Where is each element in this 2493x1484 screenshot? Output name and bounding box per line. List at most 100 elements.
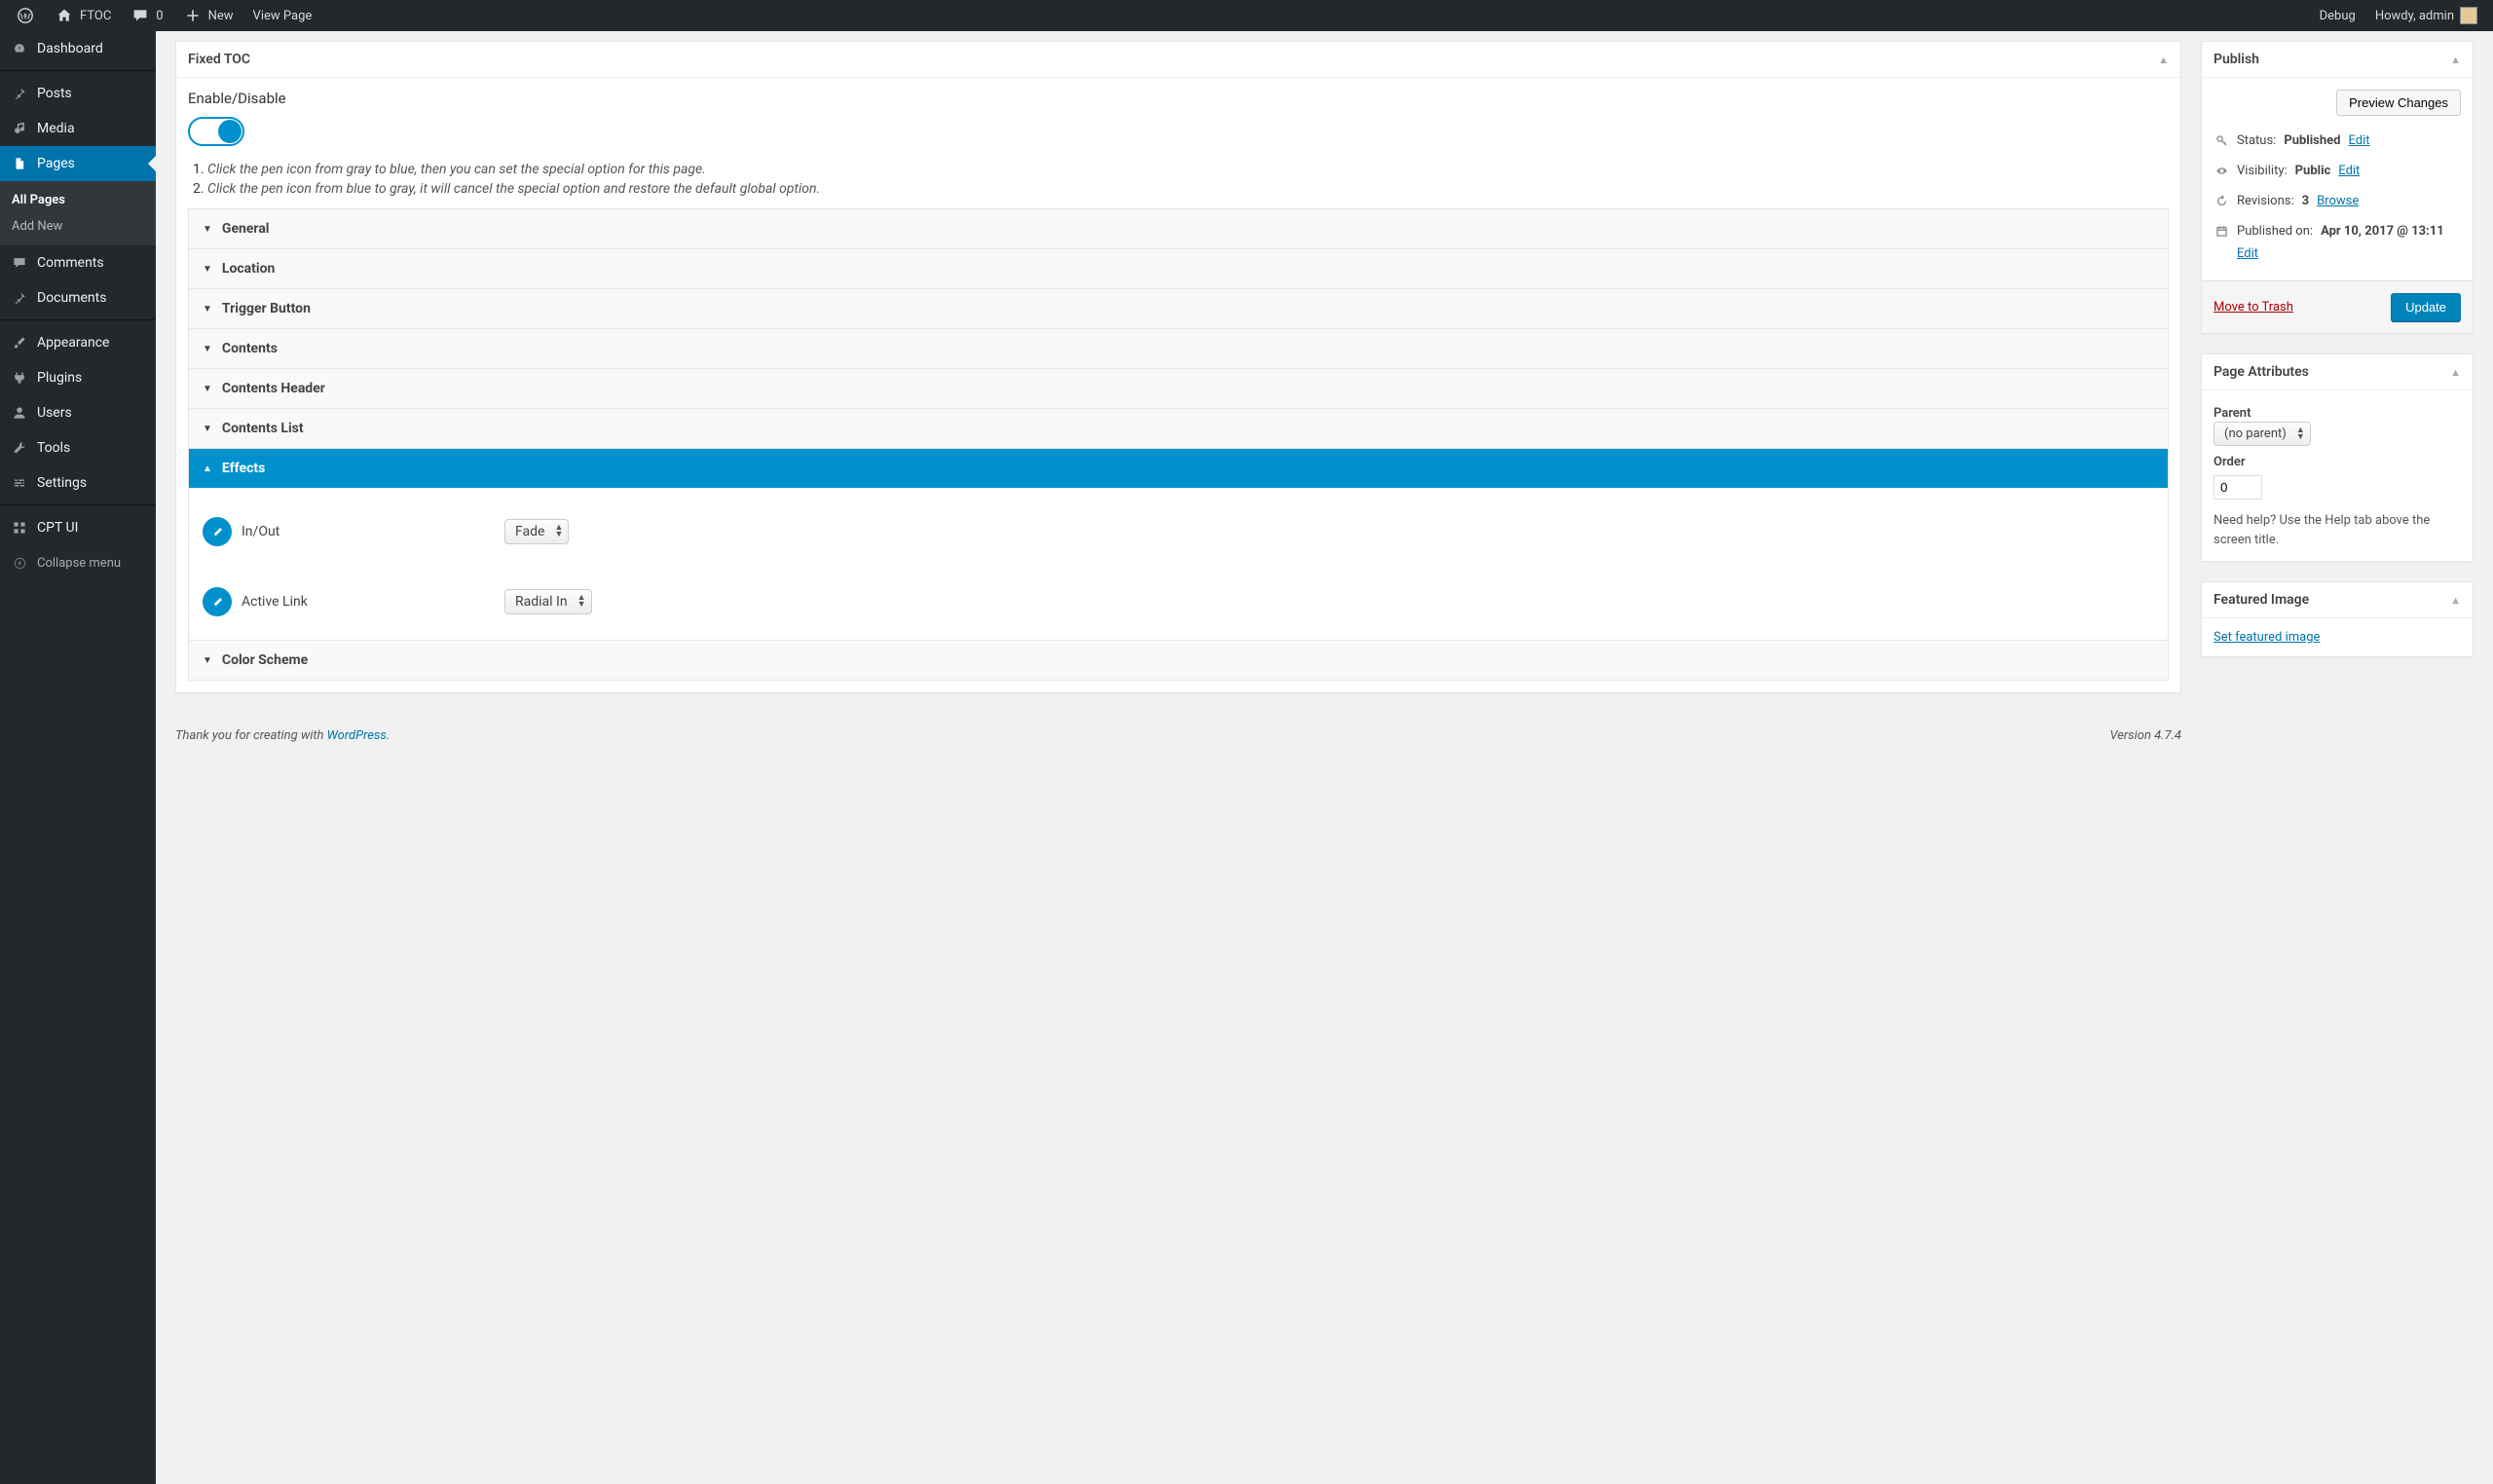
- order-input[interactable]: [2214, 475, 2262, 500]
- submenu-add-new[interactable]: Add New: [0, 213, 156, 240]
- sidebar-item-settings[interactable]: Settings: [0, 465, 156, 501]
- set-featured-image-link[interactable]: Set featured image: [2214, 630, 2320, 645]
- caret-up-icon: ▲: [203, 464, 212, 474]
- footer: Thank you for creating with WordPress. V…: [175, 713, 2181, 759]
- collapse-toggle-icon[interactable]: ▲: [2450, 594, 2461, 607]
- acc-trigger[interactable]: ▼Trigger Button: [189, 289, 2168, 328]
- caret-down-icon: ▼: [203, 224, 212, 235]
- update-button[interactable]: Update: [2391, 293, 2461, 321]
- new-link[interactable]: New: [175, 0, 242, 31]
- sidebar-item-documents[interactable]: Documents: [0, 280, 156, 315]
- grid-icon: [10, 518, 29, 538]
- wordpress-link[interactable]: WordPress: [327, 728, 387, 743]
- caret-down-icon: ▼: [203, 264, 212, 275]
- revisions-row: Revisions: 3 Browse: [2214, 186, 2461, 216]
- settings-accordion: ▼General ▼Location ▼Trigger Button ▼Cont…: [188, 208, 2169, 681]
- sidebar-item-tools[interactable]: Tools: [0, 430, 156, 465]
- collapse-toggle-icon[interactable]: ▲: [2450, 366, 2461, 379]
- submenu-all-pages[interactable]: All Pages: [0, 187, 156, 213]
- activelink-select[interactable]: Radial In ▲▼: [504, 594, 592, 610]
- acc-general[interactable]: ▼General: [189, 209, 2168, 248]
- howdy-link[interactable]: Howdy, admin: [2367, 0, 2485, 31]
- page-icon: [10, 154, 29, 173]
- sidebar-item-dashboard[interactable]: Dashboard: [0, 31, 156, 66]
- comments-link[interactable]: 0: [123, 0, 170, 31]
- effect-activelink-row: Active Link Radial In ▲▼: [203, 575, 2154, 622]
- menu-separator: [0, 501, 156, 505]
- site-name: FTOC: [80, 9, 111, 23]
- effect-inout-row: In/Out Fade ▲▼: [203, 505, 2154, 575]
- menu-separator: [0, 66, 156, 71]
- admin-sidebar: Dashboard Posts Media Pages All Pages Ad…: [0, 31, 156, 1484]
- view-page-link[interactable]: View Page: [245, 0, 320, 31]
- sidebar-item-posts[interactable]: Posts: [0, 76, 156, 111]
- comment-icon: [10, 253, 29, 273]
- select-arrows-icon: ▲▼: [555, 525, 564, 538]
- browse-revisions-link[interactable]: Browse: [2317, 194, 2359, 208]
- parent-select[interactable]: (no parent) ▲▼: [2214, 427, 2311, 441]
- sidebar-item-cptui[interactable]: CPT UI: [0, 510, 156, 545]
- acc-effects[interactable]: ▲Effects: [189, 449, 2168, 488]
- eye-icon: [2214, 165, 2229, 177]
- enable-toggle[interactable]: [188, 117, 244, 146]
- user-icon: [10, 403, 29, 423]
- help-hint: Click the pen icon from blue to gray, it…: [207, 181, 820, 197]
- trash-link[interactable]: Move to Trash: [2214, 300, 2293, 315]
- pencil-icon: [211, 596, 224, 609]
- panel-header[interactable]: Publish ▲: [2202, 42, 2473, 78]
- edit-visibility-link[interactable]: Edit: [2338, 164, 2360, 178]
- calendar-icon: [2214, 225, 2229, 238]
- inout-label: In/Out: [242, 524, 495, 539]
- home-icon: [55, 6, 74, 25]
- panel-header[interactable]: Page Attributes ▲: [2202, 354, 2473, 390]
- debug-link[interactable]: Debug: [2312, 0, 2363, 31]
- collapse-toggle-icon[interactable]: ▲: [2158, 54, 2169, 66]
- sidebar-item-plugins[interactable]: Plugins: [0, 360, 156, 395]
- content-area: Fixed TOC ▲ Enable/Disable Click the pen…: [156, 31, 2493, 1484]
- site-home[interactable]: FTOC: [47, 0, 119, 31]
- preview-button[interactable]: Preview Changes: [2336, 90, 2461, 116]
- panel-header[interactable]: Fixed TOC ▲: [176, 42, 2180, 78]
- edit-status-link[interactable]: Edit: [2348, 133, 2369, 148]
- sidebar-item-appearance[interactable]: Appearance: [0, 325, 156, 360]
- acc-contents-header[interactable]: ▼Contents Header: [189, 369, 2168, 408]
- collapse-menu[interactable]: Collapse menu: [0, 545, 156, 580]
- select-arrows-icon: ▲▼: [2296, 427, 2305, 441]
- edit-date-link[interactable]: Edit: [2237, 246, 2461, 261]
- acc-contents[interactable]: ▼Contents: [189, 329, 2168, 368]
- acc-contents-list[interactable]: ▼Contents List: [189, 409, 2168, 448]
- media-icon: [10, 119, 29, 138]
- sidebar-submenu-pages: All Pages Add New: [0, 181, 156, 245]
- admin-bar-right: Debug Howdy, admin: [2312, 0, 2485, 31]
- sidebar-item-pages[interactable]: Pages: [0, 146, 156, 181]
- pin-icon: [10, 288, 29, 308]
- panel-header[interactable]: Featured Image ▲: [2202, 582, 2473, 618]
- brush-icon: [10, 333, 29, 352]
- acc-location[interactable]: ▼Location: [189, 249, 2168, 288]
- comments-count: 0: [156, 9, 163, 23]
- collapse-icon: [10, 553, 29, 573]
- pencil-icon: [211, 526, 224, 538]
- sidebar-item-media[interactable]: Media: [0, 111, 156, 146]
- collapse-toggle-icon[interactable]: ▲: [2450, 54, 2461, 66]
- sidebar-item-users[interactable]: Users: [0, 395, 156, 430]
- select-arrows-icon: ▲▼: [577, 595, 586, 609]
- wp-logo[interactable]: [8, 0, 43, 31]
- admin-bar-left: FTOC 0 New View Page: [8, 0, 319, 31]
- plug-icon: [10, 368, 29, 388]
- pin-icon: [10, 84, 29, 103]
- caret-down-icon: ▼: [203, 304, 212, 315]
- avatar: [2460, 7, 2477, 24]
- activelink-label: Active Link: [242, 594, 495, 610]
- toggle-knob: [218, 120, 242, 143]
- new-label: New: [208, 9, 234, 23]
- pen-button[interactable]: [203, 587, 232, 616]
- sidebar-item-comments[interactable]: Comments: [0, 245, 156, 280]
- acc-color-scheme[interactable]: ▼Color Scheme: [189, 641, 2168, 680]
- published-row: Published on: Apr 10, 2017 @ 13:11 Edit: [2214, 216, 2461, 269]
- caret-down-icon: ▼: [203, 424, 212, 434]
- inout-select[interactable]: Fade ▲▼: [504, 524, 569, 539]
- sliders-icon: [10, 473, 29, 493]
- pen-button[interactable]: [203, 517, 232, 546]
- panel-title: Publish: [2214, 52, 2259, 67]
